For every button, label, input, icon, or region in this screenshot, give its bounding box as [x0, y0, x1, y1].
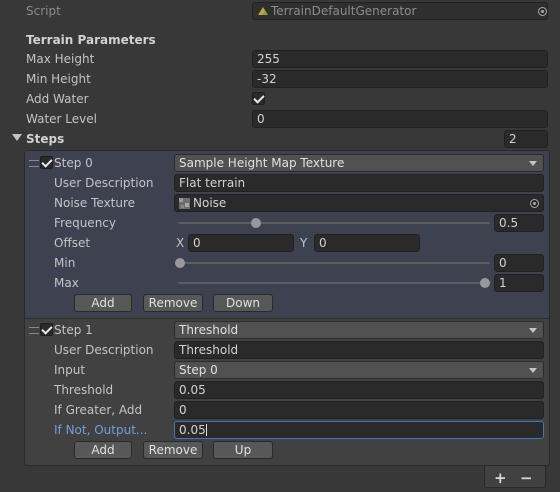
step-0-title: Step 0 — [54, 156, 93, 170]
if-not-output-label: If Not, Output... — [54, 423, 148, 437]
offset-x-input[interactable]: 0 — [188, 234, 294, 252]
step-1-add-button[interactable]: Add — [74, 441, 132, 459]
step-1-type-dropdown[interactable]: Threshold — [174, 321, 544, 339]
min-height-label: Min Height — [26, 72, 91, 86]
min-label: Min — [54, 256, 76, 270]
noise-texture-value: Noise — [193, 196, 227, 210]
min-slider-knob[interactable] — [175, 258, 185, 268]
script-label: Script — [26, 4, 61, 18]
steps-size-input[interactable]: 2 — [504, 130, 548, 148]
script-asset-icon — [258, 7, 268, 15]
step-0-type-value: Sample Height Map Texture — [179, 156, 345, 170]
min-input[interactable]: 0 — [494, 254, 544, 272]
max-slider-knob[interactable] — [480, 278, 490, 288]
add-water-checkbox[interactable] — [252, 92, 265, 105]
step-1-up-button[interactable]: Up — [213, 441, 273, 459]
frequency-label: Frequency — [54, 216, 116, 230]
foldout-arrow-icon[interactable] — [12, 134, 22, 142]
threshold-input[interactable]: 0.05 — [174, 381, 544, 399]
noise-texture-field[interactable]: Noise — [174, 194, 544, 212]
step-1-type-value: Threshold — [179, 323, 239, 337]
input-dropdown[interactable]: Step 0 — [174, 361, 544, 379]
drag-handle-icon[interactable] — [29, 160, 39, 167]
chevron-down-icon — [529, 161, 537, 166]
step-1-remove-button[interactable]: Remove — [143, 441, 203, 459]
min-height-input[interactable]: -32 — [252, 70, 548, 88]
frequency-input[interactable]: 0.5 — [494, 214, 544, 232]
object-picker-icon[interactable] — [538, 7, 547, 16]
step-1-checkbox[interactable] — [40, 323, 53, 336]
step-0-remove-button[interactable]: Remove — [143, 294, 203, 312]
offset-label: Offset — [54, 236, 91, 250]
text-caret — [205, 424, 207, 436]
step-1-user-description-input[interactable]: Threshold — [174, 341, 544, 359]
step-0-user-description-label: User Description — [54, 176, 154, 190]
chevron-down-icon — [529, 368, 537, 373]
chevron-down-icon — [529, 328, 537, 333]
step-0-down-button[interactable]: Down — [213, 294, 273, 312]
frequency-slider-knob[interactable] — [251, 218, 261, 228]
step-0-checkbox[interactable] — [40, 156, 53, 169]
if-not-output-input[interactable]: 0.05 — [174, 421, 544, 439]
max-slider-track[interactable] — [178, 282, 490, 284]
object-picker-icon[interactable] — [530, 199, 539, 208]
script-value: TerrainDefaultGenerator — [271, 4, 417, 18]
step-1-title: Step 1 — [54, 323, 93, 337]
if-not-output-value: 0.05 — [179, 423, 206, 437]
noise-texture-label: Noise Texture — [54, 196, 136, 210]
water-level-label: Water Level — [26, 112, 97, 126]
steps-foldout-label[interactable]: Steps — [26, 130, 64, 148]
threshold-label: Threshold — [54, 383, 114, 397]
offset-y-input[interactable]: 0 — [314, 234, 420, 252]
max-height-input[interactable]: 255 — [252, 50, 548, 68]
element-divider — [25, 318, 549, 319]
offset-y-label: Y — [300, 236, 308, 250]
terrain-parameters-header: Terrain Parameters — [26, 33, 156, 47]
step-1-user-description-label: User Description — [54, 343, 154, 357]
script-field[interactable]: TerrainDefaultGenerator — [252, 2, 548, 20]
input-value: Step 0 — [179, 363, 218, 377]
if-greater-input[interactable]: 0 — [174, 401, 544, 419]
add-water-label: Add Water — [26, 92, 89, 106]
offset-x-label: X — [176, 236, 185, 250]
texture-thumb-icon — [179, 198, 190, 209]
drag-handle-icon[interactable] — [29, 327, 39, 334]
step-0-add-button[interactable]: Add — [74, 294, 132, 312]
step-0-user-description-input[interactable]: Flat terrain — [174, 174, 544, 192]
max-input[interactable]: 1 — [494, 274, 544, 292]
input-label: Input — [54, 363, 86, 377]
step-0-type-dropdown[interactable]: Sample Height Map Texture — [174, 154, 544, 172]
if-greater-label: If Greater, Add — [54, 403, 143, 417]
add-element-button[interactable]: + — [494, 469, 507, 487]
frequency-slider-track[interactable] — [178, 222, 490, 224]
water-level-input[interactable]: 0 — [252, 110, 548, 128]
remove-element-button[interactable]: − — [520, 469, 533, 487]
max-label: Max — [54, 276, 79, 290]
min-slider-track[interactable] — [178, 262, 490, 264]
max-height-label: Max Height — [26, 52, 95, 66]
